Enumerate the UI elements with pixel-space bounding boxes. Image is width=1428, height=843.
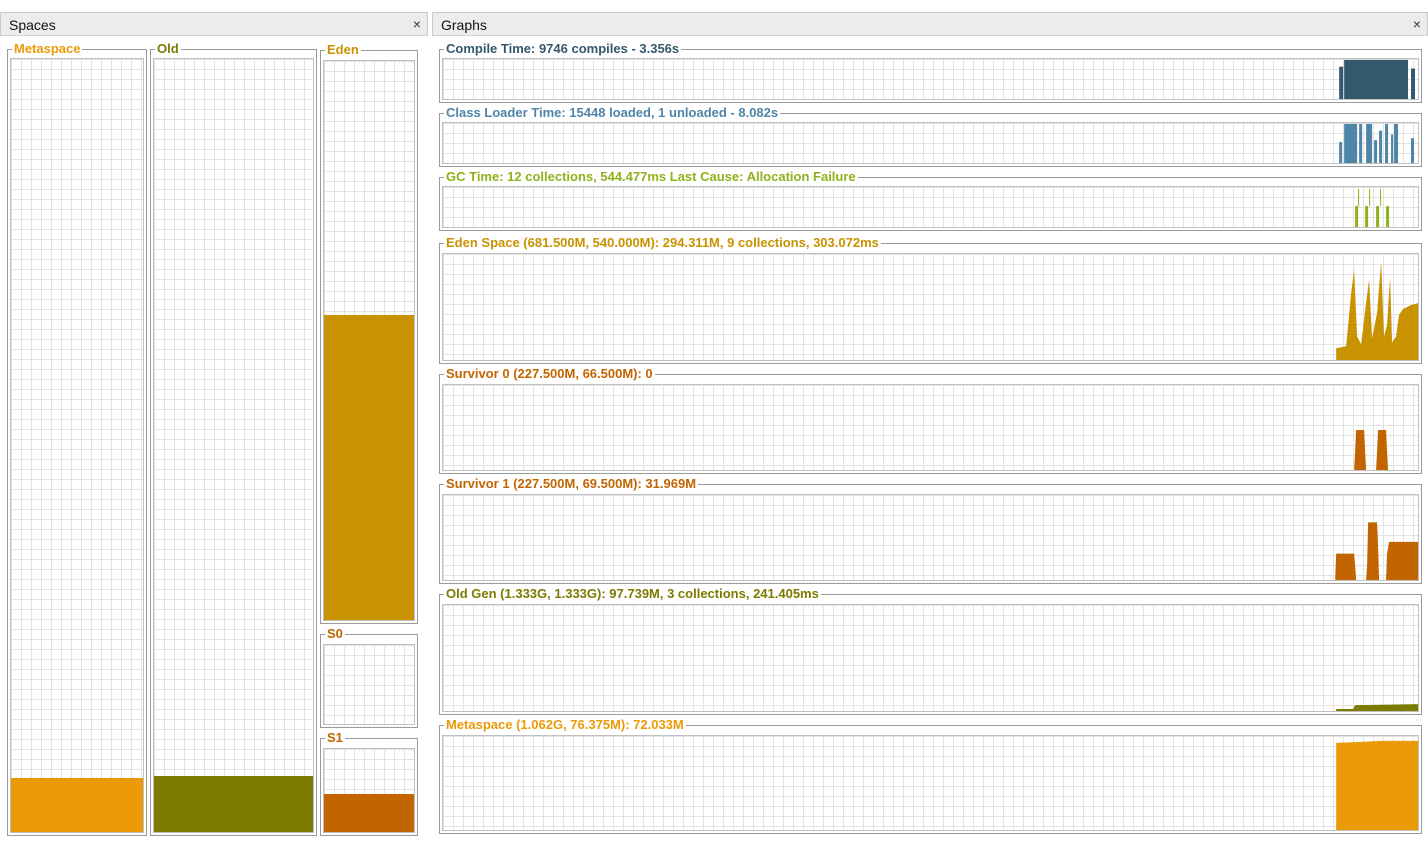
gc-spike-1	[1355, 206, 1359, 227]
compile-spike-2	[1411, 68, 1416, 99]
graph-eden-space-plot	[442, 253, 1419, 361]
graph-class-loader-svg	[1339, 123, 1415, 163]
space-metaspace-label: Metaspace	[12, 41, 83, 57]
space-old-grid	[153, 58, 314, 833]
graph-survivor-1-svg	[1335, 522, 1418, 580]
graph-eden-space-svg	[1336, 261, 1418, 360]
graph-class-loader-label: Class Loader Time: 15448 loaded, 1 unloa…	[444, 105, 781, 121]
graph-survivor-1-plot	[442, 494, 1419, 581]
graph-old-gen-plot	[442, 604, 1419, 712]
oldgen-area	[1336, 704, 1418, 711]
classload-bar-5	[1374, 140, 1378, 163]
gc-spike-2	[1358, 188, 1360, 207]
graph-compile-time-label: Compile Time: 9746 compiles - 3.356s	[444, 41, 682, 57]
graph-class-loader-plot	[442, 122, 1419, 164]
classload-bar-8	[1391, 134, 1394, 163]
space-s1: S1	[320, 730, 418, 836]
graph-survivor-1: Survivor 1 (227.500M, 69.500M): 31.969M	[439, 476, 1422, 584]
classload-bar-2	[1344, 123, 1358, 163]
space-s1-grid	[323, 748, 415, 833]
graphs-close-icon[interactable]: ×	[1413, 16, 1421, 32]
graph-class-loader: Class Loader Time: 15448 loaded, 1 unloa…	[439, 105, 1422, 167]
graph-compile-time-plot	[442, 58, 1419, 100]
graph-metaspace: Metaspace (1.062G, 76.375M): 72.033M	[439, 717, 1422, 834]
graph-eden-space-label: Eden Space (681.500M, 540.000M): 294.311…	[444, 235, 881, 251]
s1-burst-3	[1386, 541, 1418, 580]
classload-bar-4	[1366, 123, 1373, 163]
s0-burst-1	[1354, 429, 1367, 470]
s1-burst-1	[1335, 553, 1357, 580]
classload-bar-9	[1394, 123, 1399, 163]
space-metaspace-grid	[10, 58, 144, 833]
graph-survivor-0-plot	[442, 384, 1419, 471]
spaces-panel-title: Spaces	[9, 17, 56, 33]
compile-spike-1	[1339, 66, 1344, 99]
graph-compile-time: Compile Time: 9746 compiles - 3.356s	[439, 41, 1422, 103]
compile-block	[1344, 59, 1409, 99]
space-eden: Eden	[320, 42, 418, 624]
space-eden-fill	[324, 315, 414, 620]
graphs-panel-header: Graphs ×	[432, 12, 1428, 36]
eden-area	[1336, 261, 1418, 360]
space-old-fill	[154, 775, 313, 832]
graph-survivor-0-label: Survivor 0 (227.500M, 66.500M): 0	[444, 366, 655, 382]
graphs-panel-title: Graphs	[441, 17, 487, 33]
spaces-panel-header: Spaces ×	[0, 12, 428, 36]
spaces-close-icon[interactable]: ×	[413, 16, 421, 32]
graph-compile-time-svg	[1339, 59, 1416, 99]
graph-metaspace-plot	[442, 735, 1419, 831]
space-metaspace-fill	[11, 777, 143, 832]
classload-bar-1	[1339, 142, 1343, 163]
classload-bar-6	[1379, 130, 1383, 163]
space-old: Old	[150, 41, 317, 836]
s1-burst-2	[1366, 522, 1380, 580]
space-metaspace: Metaspace	[7, 41, 147, 836]
graph-survivor-0-svg	[1354, 429, 1389, 470]
space-s0-label: S0	[325, 626, 345, 642]
graph-eden-space: Eden Space (681.500M, 540.000M): 294.311…	[439, 235, 1422, 364]
space-eden-label: Eden	[325, 42, 361, 58]
graph-old-gen: Old Gen (1.333G, 1.333G): 97.739M, 3 col…	[439, 586, 1422, 715]
space-old-label: Old	[155, 41, 181, 57]
gc-spike-6	[1380, 188, 1382, 207]
space-eden-grid	[323, 60, 415, 621]
gc-spike-4	[1369, 188, 1371, 207]
graph-old-gen-svg	[1336, 704, 1418, 711]
graph-gc-time-plot	[442, 186, 1419, 228]
graph-gc-time-svg	[1355, 188, 1390, 227]
gc-spike-5	[1376, 206, 1380, 227]
graph-survivor-1-label: Survivor 1 (227.500M, 69.500M): 31.969M	[444, 476, 699, 492]
graph-metaspace-label: Metaspace (1.062G, 76.375M): 72.033M	[444, 717, 686, 733]
classload-bar-7	[1385, 123, 1389, 163]
classload-bar-3	[1359, 123, 1363, 163]
gc-spike-7	[1386, 206, 1390, 227]
s0-burst-2	[1376, 429, 1389, 470]
classload-bar-10	[1411, 138, 1415, 163]
gc-spike-3	[1365, 206, 1369, 227]
space-s1-fill	[324, 793, 414, 832]
space-s0: S0	[320, 626, 418, 728]
graph-metaspace-svg	[1336, 740, 1418, 830]
graph-old-gen-label: Old Gen (1.333G, 1.333G): 97.739M, 3 col…	[444, 586, 821, 602]
metaspace-area	[1336, 740, 1418, 830]
graph-gc-time-label: GC Time: 12 collections, 544.477ms Last …	[444, 169, 858, 185]
graph-gc-time: GC Time: 12 collections, 544.477ms Last …	[439, 169, 1422, 231]
graph-survivor-0: Survivor 0 (227.500M, 66.500M): 0	[439, 366, 1422, 474]
space-s1-label: S1	[325, 730, 345, 746]
space-s0-grid	[323, 644, 415, 725]
